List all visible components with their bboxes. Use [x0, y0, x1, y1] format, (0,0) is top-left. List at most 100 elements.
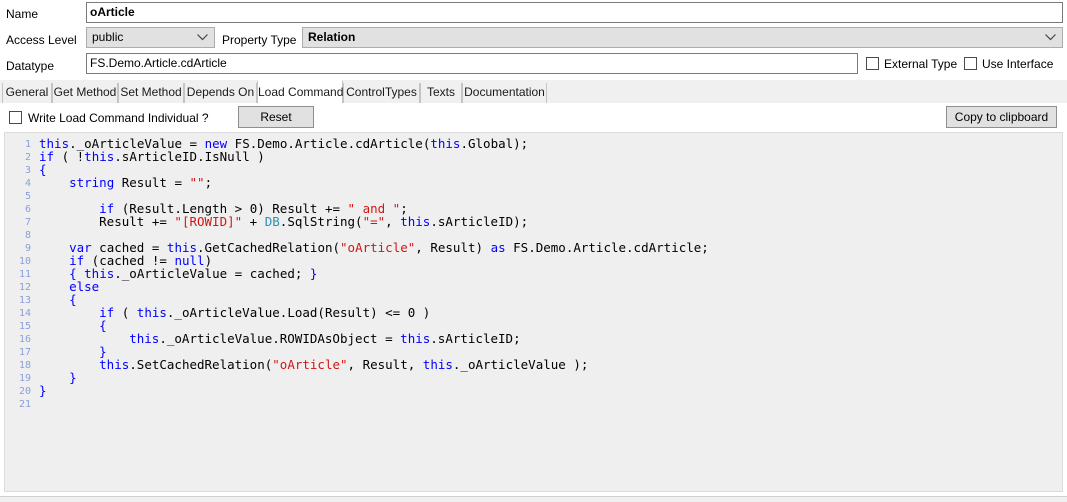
- code-token: "[ROWID]": [174, 214, 243, 229]
- code-token: "=": [362, 214, 386, 229]
- name-input[interactable]: oArticle: [86, 2, 1063, 23]
- code-token: , Result,: [347, 357, 423, 372]
- code-token: ( !: [54, 149, 85, 164]
- property-type-label: Property Type: [222, 33, 297, 47]
- code-line: }: [39, 384, 47, 397]
- copy-to-clipboard-button[interactable]: Copy to clipboard: [946, 106, 1057, 128]
- code-token: ._oArticleValue );: [452, 357, 589, 372]
- datatype-input[interactable]: FS.Demo.Article.cdArticle: [86, 53, 858, 74]
- line-number: 19: [18, 373, 31, 384]
- line-number: 14: [18, 308, 31, 319]
- code-token: .Global);: [460, 136, 529, 151]
- line-number: 15: [18, 321, 31, 332]
- code-line: }: [39, 345, 107, 358]
- code-token: .sArticleID);: [430, 214, 529, 229]
- code-token: (: [114, 305, 137, 320]
- code-token: this: [430, 136, 461, 151]
- code-token: this: [422, 357, 453, 372]
- code-token: this: [400, 331, 431, 346]
- tab-label: General: [5, 85, 49, 99]
- tab-documentation[interactable]: Documentation: [462, 83, 547, 103]
- use-interface-checkbox[interactable]: [964, 57, 977, 70]
- code-line: if ( this._oArticleValue.Load(Result) <=…: [39, 306, 430, 319]
- line-number: 4: [24, 178, 31, 189]
- code-token: .SetCachedRelation(: [129, 357, 273, 372]
- chevron-down-icon: [1045, 28, 1056, 47]
- property-editor-window: Name oArticle Access Level public Proper…: [0, 0, 1067, 502]
- property-form: Name oArticle Access Level public Proper…: [0, 0, 1067, 80]
- tab-get-method[interactable]: Get Method: [52, 83, 118, 103]
- tab-general[interactable]: General: [2, 83, 52, 103]
- line-number: 3: [24, 165, 31, 176]
- code-token: ;: [204, 175, 213, 190]
- code-content[interactable]: this._oArticleValue = new FS.Demo.Articl…: [35, 133, 1062, 491]
- line-number-gutter: 1 2 3 4 5 6 7 8 9 10 11 12 13 14 15 16 17 18 19 20 21: [5, 133, 35, 491]
- datatype-label: Datatype: [6, 59, 55, 73]
- name-label: Name: [6, 7, 39, 21]
- code-token: .GetCachedRelation(: [197, 240, 341, 255]
- tab-load-command[interactable]: Load Command: [257, 80, 343, 103]
- tab-label: Texts: [426, 85, 455, 99]
- code-token: "oArticle": [340, 240, 416, 255]
- code-token: {: [69, 292, 77, 307]
- code-line: {: [39, 319, 107, 332]
- tab-controltypes[interactable]: ControlTypes: [343, 83, 420, 103]
- code-token: as: [490, 240, 506, 255]
- line-number: 5: [24, 191, 31, 202]
- code-token: .sArticleID.IsNull ): [114, 149, 265, 164]
- line-number: 20: [18, 386, 31, 397]
- tab-strip: General Get Method Set Method Depends On Loa…: [0, 80, 1067, 104]
- code-token: }: [39, 383, 47, 398]
- code-token: this: [84, 149, 115, 164]
- access-level-value: public: [92, 30, 124, 44]
- code-token: DB: [264, 214, 280, 229]
- tab-label: Depends On: [186, 85, 255, 99]
- line-number: 12: [18, 282, 31, 293]
- code-token: , Result): [415, 240, 491, 255]
- write-load-command-individual-checkbox[interactable]: [9, 111, 22, 124]
- code-token: FS.Demo.Article.cdArticle;: [505, 240, 709, 255]
- line-number: 9: [24, 243, 31, 254]
- code-token: ._oArticleValue = cached;: [114, 266, 310, 281]
- chevron-down-icon: [197, 28, 208, 47]
- tab-label: Load Command: [258, 85, 344, 99]
- code-token: .SqlString(: [279, 214, 363, 229]
- code-line: {: [39, 293, 77, 306]
- external-type-checkbox[interactable]: [866, 57, 879, 70]
- load-command-code-editor[interactable]: 1 2 3 4 5 6 7 8 9 10 11 12 13 14 15 16 17 18 19 20 21 this._…: [4, 132, 1063, 492]
- access-level-label: Access Level: [6, 33, 77, 47]
- access-level-select[interactable]: public: [86, 27, 215, 48]
- tab-set-method[interactable]: Set Method: [118, 83, 184, 103]
- code-line: string Result = "";: [39, 176, 212, 189]
- code-token: Result +=: [99, 214, 175, 229]
- code-token: +: [242, 214, 265, 229]
- code-token: this: [99, 357, 130, 372]
- command-bar: Write Load Command Individual ? Reset Co…: [0, 103, 1067, 131]
- use-interface-label: Use Interface: [982, 57, 1054, 71]
- property-type-value: Relation: [308, 30, 356, 44]
- code-token: }: [309, 266, 318, 281]
- code-line: {: [39, 163, 47, 176]
- reset-button[interactable]: Reset: [238, 106, 314, 128]
- code-token: string: [69, 175, 115, 190]
- line-number: 8: [24, 230, 31, 241]
- tab-depends-on[interactable]: Depends On: [184, 83, 257, 103]
- external-type-label: External Type: [884, 57, 958, 71]
- tab-texts[interactable]: Texts: [420, 83, 462, 103]
- line-number: 18: [18, 360, 31, 371]
- code-token: {: [99, 318, 107, 333]
- line-number: 6: [24, 204, 31, 215]
- code-token: this: [129, 331, 160, 346]
- line-number: 17: [18, 347, 31, 358]
- line-number: 2: [24, 152, 31, 163]
- line-number: 13: [18, 295, 31, 306]
- status-bar: [0, 496, 1067, 502]
- property-type-select[interactable]: Relation: [302, 27, 1063, 48]
- code-line: this._oArticleValue.ROWIDAsObject = this…: [39, 331, 520, 346]
- code-token: ,: [385, 214, 401, 229]
- code-token: {: [39, 162, 47, 177]
- tab-label: Get Method: [53, 85, 117, 99]
- code-token: ._oArticleValue.ROWIDAsObject =: [159, 331, 401, 346]
- code-token: }: [69, 370, 77, 385]
- code-token: this: [136, 305, 167, 320]
